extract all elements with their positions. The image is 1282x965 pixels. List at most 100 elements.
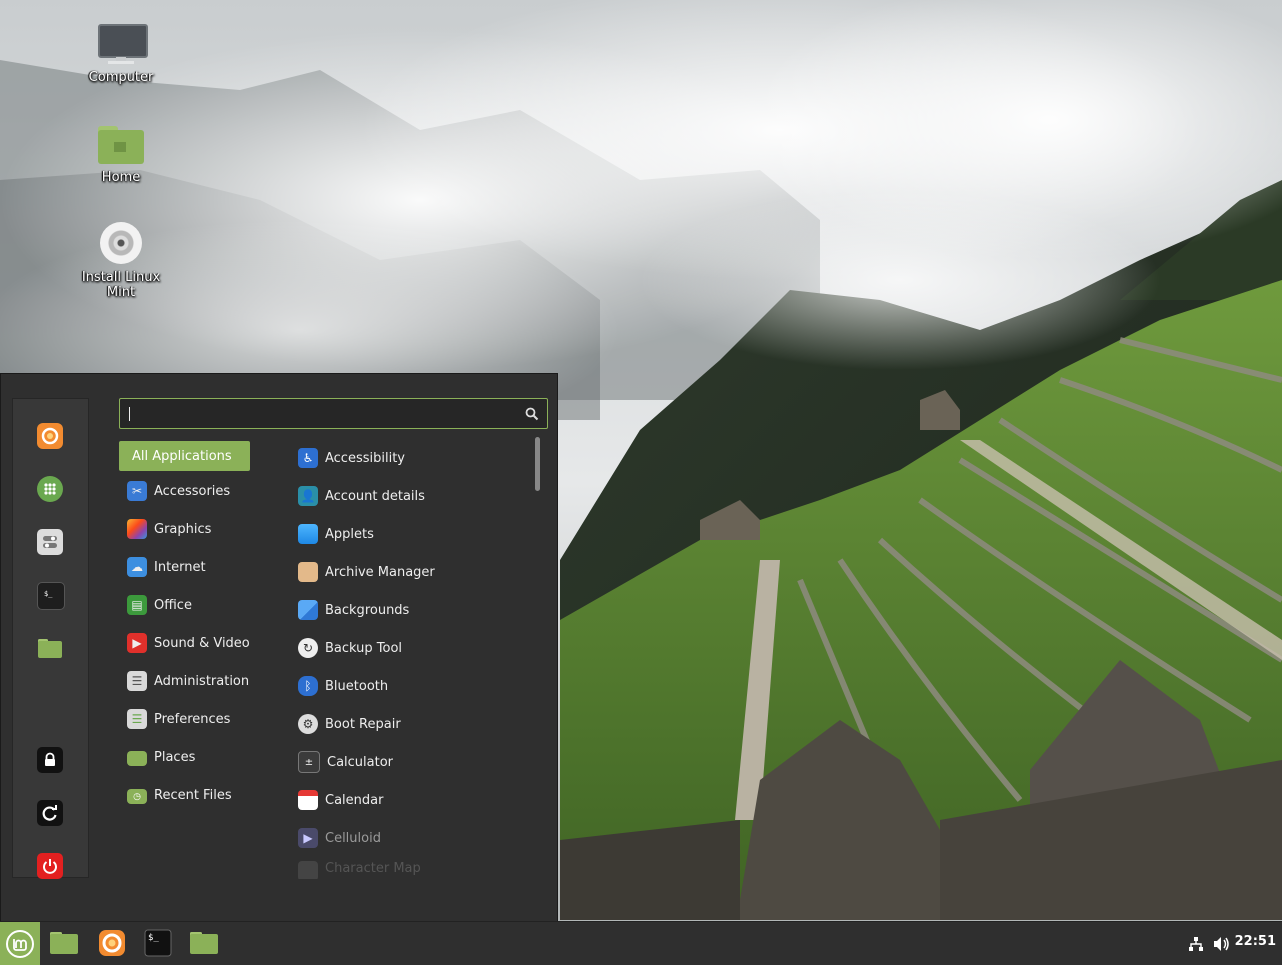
app-label: Calculator xyxy=(327,754,394,770)
category-graphics[interactable]: Graphics xyxy=(119,514,279,544)
category-all-applications[interactable]: All Applications xyxy=(119,441,250,471)
favorite-settings[interactable] xyxy=(37,529,63,555)
app-account-details[interactable]: 👤 Account details xyxy=(298,481,528,511)
svg-text:$_: $_ xyxy=(148,933,159,943)
desktop-icon-computer[interactable]: Computer xyxy=(66,22,176,85)
account-details-icon: 👤 xyxy=(298,486,318,506)
app-backup-tool[interactable]: ↻ Backup Tool xyxy=(298,633,528,663)
category-administration[interactable]: ☰ Administration xyxy=(119,666,279,696)
panel-clock[interactable]: 22:51 xyxy=(1235,934,1276,949)
app-label: Boot Repair xyxy=(325,716,401,732)
session-lock[interactable] xyxy=(37,747,63,773)
search-icon[interactable] xyxy=(525,407,539,421)
favorite-software-manager[interactable] xyxy=(37,476,63,502)
archive-manager-icon xyxy=(298,562,318,582)
svg-text:$_: $_ xyxy=(44,590,53,598)
backgrounds-icon xyxy=(298,600,318,620)
volume-tray[interactable] xyxy=(1212,934,1232,954)
bottom-panel: $_ 22:51 xyxy=(0,921,1282,965)
network-tray[interactable] xyxy=(1186,934,1206,954)
accessibility-icon: ♿ xyxy=(298,448,318,468)
terminal-icon: $_ xyxy=(144,929,172,957)
category-label: Sound & Video xyxy=(154,635,250,651)
app-applets[interactable]: Applets xyxy=(298,519,528,549)
app-label: Archive Manager xyxy=(325,564,435,580)
files-icon xyxy=(50,932,78,954)
desktop-icon-label: Install Linux Mint xyxy=(81,270,161,300)
app-backgrounds[interactable]: Backgrounds xyxy=(298,595,528,625)
sound-video-icon: ▶ xyxy=(127,633,147,653)
text-cursor xyxy=(129,407,130,421)
category-label: Accessories xyxy=(154,483,231,499)
lock-icon xyxy=(45,752,55,766)
panel-launcher-terminal[interactable]: $_ xyxy=(142,928,174,958)
category-label: Recent Files xyxy=(154,787,232,803)
application-menu: $_ All Applications ✂ Accessories Graphi… xyxy=(0,373,558,921)
bluetooth-icon: ᛒ xyxy=(298,676,318,696)
category-recent-files[interactable]: ◷ Recent Files xyxy=(119,780,279,810)
app-calculator[interactable]: ± Calculator xyxy=(298,747,528,777)
accessories-icon: ✂ xyxy=(127,481,147,501)
graphics-icon xyxy=(127,519,147,539)
desktop-icon-install-linux-mint[interactable]: Install Linux Mint xyxy=(66,222,176,300)
app-label: Bluetooth xyxy=(325,678,389,694)
app-character-map[interactable]: Character Map xyxy=(298,861,528,879)
files-icon xyxy=(38,639,62,658)
app-label: Backgrounds xyxy=(325,602,410,618)
app-label: Applets xyxy=(325,526,374,542)
category-internet[interactable]: ☁ Internet xyxy=(119,552,279,582)
app-bluetooth[interactable]: ᛒ Bluetooth xyxy=(298,671,528,701)
app-label: Account details xyxy=(325,488,425,504)
category-preferences[interactable]: ☰ Preferences xyxy=(119,704,279,734)
category-places[interactable]: Places xyxy=(119,742,279,772)
character-map-icon xyxy=(298,861,318,879)
session-power[interactable] xyxy=(37,853,63,879)
app-accessibility[interactable]: ♿ Accessibility xyxy=(298,443,528,473)
app-label: Calendar xyxy=(325,792,384,808)
favorite-terminal[interactable]: $_ xyxy=(37,582,65,610)
category-label: Internet xyxy=(154,559,206,575)
app-archive-manager[interactable]: Archive Manager xyxy=(298,557,528,587)
category-label: Preferences xyxy=(154,711,231,727)
settings-icon xyxy=(43,536,57,548)
backup-tool-icon: ↻ xyxy=(298,638,318,658)
category-accessories[interactable]: ✂ Accessories xyxy=(119,476,279,506)
app-boot-repair[interactable]: ⚙ Boot Repair xyxy=(298,709,528,739)
volume-icon xyxy=(1214,937,1229,951)
desktop-icon-home[interactable]: Home xyxy=(66,122,176,185)
category-label: Places xyxy=(154,749,196,765)
category-office[interactable]: ▤ Office xyxy=(119,590,279,620)
app-label: Celluloid xyxy=(325,830,381,846)
celluloid-icon: ▶ xyxy=(298,828,318,848)
session-logout[interactable] xyxy=(37,800,63,826)
app-label: Character Map xyxy=(325,861,421,876)
firefox-icon xyxy=(99,930,125,956)
terminal-icon: $_ xyxy=(44,590,53,598)
linux-mint-logo-icon xyxy=(6,929,34,958)
desktop-icon-label: Computer xyxy=(88,70,154,85)
scrollbar-thumb[interactable] xyxy=(535,437,540,491)
disc-icon xyxy=(96,222,146,266)
app-calendar[interactable]: Calendar xyxy=(298,785,528,815)
search-input[interactable] xyxy=(119,398,548,429)
app-celluloid[interactable]: ▶ Celluloid xyxy=(298,823,528,853)
panel-launcher-files-2[interactable] xyxy=(188,928,220,958)
category-sound-video[interactable]: ▶ Sound & Video xyxy=(119,628,279,658)
boot-repair-icon: ⚙ xyxy=(298,714,318,734)
favorite-files[interactable] xyxy=(37,635,63,661)
panel-launcher-files[interactable] xyxy=(48,928,80,958)
software-manager-icon xyxy=(44,483,56,495)
home-folder-icon xyxy=(96,122,146,166)
app-list-scrollbar[interactable] xyxy=(535,437,540,879)
favorites-sidebar: $_ xyxy=(12,398,89,879)
category-label: Administration xyxy=(154,673,250,689)
favorite-firefox[interactable] xyxy=(37,423,63,449)
calculator-icon: ± xyxy=(298,751,320,773)
firefox-icon xyxy=(41,427,59,445)
panel-launcher-firefox[interactable] xyxy=(96,928,128,958)
preferences-icon: ☰ xyxy=(127,709,147,729)
menu-button[interactable] xyxy=(0,922,40,965)
administration-icon: ☰ xyxy=(127,671,147,691)
desktop-icon-label: Home xyxy=(101,170,141,185)
category-label: Office xyxy=(154,597,192,613)
